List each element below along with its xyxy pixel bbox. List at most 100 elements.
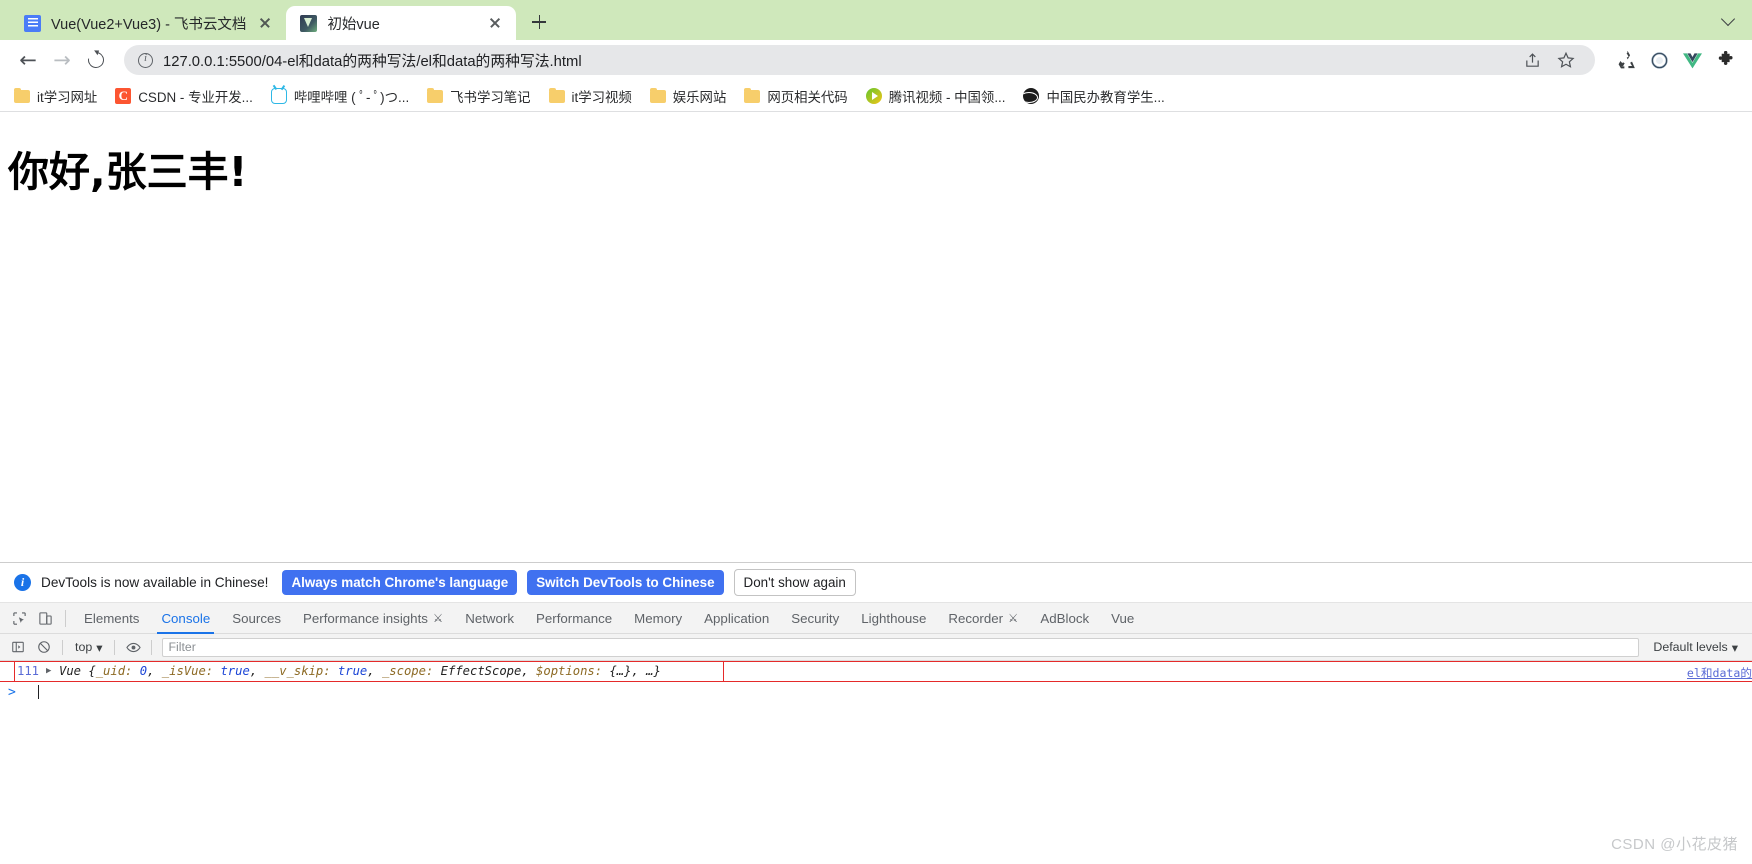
bookmark-item[interactable]: 飞书学习笔记 xyxy=(419,83,538,109)
log-token: _isVue: xyxy=(161,664,221,678)
log-token: , xyxy=(367,664,382,678)
tab-sources[interactable]: Sources xyxy=(221,603,292,634)
log-source-link[interactable]: el和data的 xyxy=(1687,665,1752,681)
close-icon[interactable] xyxy=(256,14,274,32)
forward-arrow-icon: → xyxy=(53,47,71,72)
back-button[interactable]: ← xyxy=(12,44,44,76)
devtools-tab-bar: Elements Console Sources Performance ins… xyxy=(0,603,1752,634)
browser-tab-1[interactable]: Vue(Vue2+Vue3) - 飞书云文档 xyxy=(10,6,286,40)
bookmark-label: CSDN - 专业开发... xyxy=(138,89,253,105)
csdn-icon: C xyxy=(115,87,132,104)
sidebar-icon[interactable] xyxy=(6,635,30,659)
folder-icon xyxy=(649,87,666,103)
close-icon[interactable] xyxy=(486,14,504,32)
console-filter-input[interactable] xyxy=(162,637,1640,657)
tab-network[interactable]: Network xyxy=(454,603,525,634)
tab-label: Console xyxy=(161,610,211,626)
bookmark-item[interactable]: 腾讯视频 - 中国领... xyxy=(858,83,1014,109)
switch-to-chinese-button[interactable]: Switch DevTools to Chinese xyxy=(527,570,724,595)
divider xyxy=(151,639,153,655)
tab-performance[interactable]: Performance xyxy=(525,603,623,634)
live-expression-icon[interactable] xyxy=(121,635,145,659)
reload-button[interactable] xyxy=(80,44,112,76)
tab-security[interactable]: Security xyxy=(780,603,850,634)
page-title: 你好,张三丰! xyxy=(8,148,248,196)
tab-label: Security xyxy=(791,610,840,626)
tab-memory[interactable]: Memory xyxy=(623,603,693,634)
dont-show-again-button[interactable]: Don't show again xyxy=(733,569,856,596)
text-cursor xyxy=(37,685,39,699)
context-label: top xyxy=(75,640,93,654)
tab-label: Application xyxy=(704,610,770,626)
device-toolbar-icon[interactable] xyxy=(32,605,58,631)
devtools-panel: i DevTools is now available in Chinese! … xyxy=(0,562,1752,864)
tencent-video-icon xyxy=(865,87,882,104)
devtools-language-notice: i DevTools is now available in Chinese! … xyxy=(0,563,1752,603)
always-match-language-button[interactable]: Always match Chrome's language xyxy=(282,570,518,595)
console-log-row[interactable]: 111 ▶ Vue {_uid: 0, _isVue: true, __v_sk… xyxy=(0,661,1752,682)
chevron-down-icon: ▾ xyxy=(96,640,103,655)
execution-context-select[interactable]: top ▾ xyxy=(69,640,108,655)
tab-lighthouse[interactable]: Lighthouse xyxy=(850,603,937,634)
flask-icon: ⚔ xyxy=(1008,613,1019,625)
tab-application[interactable]: Application xyxy=(693,603,780,634)
folder-icon xyxy=(548,87,565,103)
log-token: Vue xyxy=(59,664,89,678)
log-levels-select[interactable]: Default levels ▾ xyxy=(1645,640,1746,655)
bookmark-label: 飞书学习笔记 xyxy=(450,89,531,105)
bookmark-item[interactable]: 哔哩哔哩 ( ﾟ- ﾟ)つ... xyxy=(263,83,417,109)
bookmark-item[interactable]: 中国民办教育学生... xyxy=(1015,83,1172,109)
bookmark-item[interactable]: it学习网址 xyxy=(6,83,105,109)
divider xyxy=(114,639,116,655)
site-info-icon[interactable] xyxy=(138,52,153,68)
vue-icon xyxy=(300,14,318,32)
extensions-row xyxy=(1605,45,1740,75)
browser-tab-2[interactable]: 初始vue xyxy=(286,6,517,40)
share-icon[interactable] xyxy=(1517,45,1547,75)
browser-tab-title: 初始vue xyxy=(327,16,380,33)
bookmark-item[interactable]: 网页相关代码 xyxy=(736,83,855,109)
console-prompt[interactable]: > xyxy=(0,682,1752,702)
forward-button[interactable]: → xyxy=(46,44,78,76)
star-icon[interactable] xyxy=(1551,45,1581,75)
tab-console[interactable]: Console xyxy=(150,603,221,634)
log-token: EffectScope xyxy=(440,664,522,678)
bookmarks-bar: it学习网址 C CSDN - 专业开发... 哔哩哔哩 ( ﾟ- ﾟ)つ...… xyxy=(0,80,1752,112)
console-output: 111 ▶ Vue {_uid: 0, _isVue: true, __v_sk… xyxy=(0,661,1752,864)
bookmark-label: 哔哩哔哩 ( ﾟ- ﾟ)つ... xyxy=(293,89,410,105)
levels-label: Default levels xyxy=(1653,640,1728,654)
bookmark-label: 娱乐网站 xyxy=(672,89,727,105)
address-bar[interactable]: 127.0.0.1:5500/04-el和data的两种写法/el和data的两… xyxy=(124,45,1595,75)
tab-vue[interactable]: Vue xyxy=(1100,603,1145,634)
clear-console-icon[interactable] xyxy=(32,635,56,659)
log-token: , xyxy=(249,664,265,678)
bookmark-item[interactable]: C CSDN - 专业开发... xyxy=(107,83,261,109)
new-tab-button[interactable] xyxy=(524,7,554,37)
chevron-down-icon[interactable] xyxy=(1720,9,1738,27)
bookmark-label: 中国民办教育学生... xyxy=(1046,89,1165,105)
log-token: { xyxy=(88,664,96,678)
vue-logo-icon[interactable] xyxy=(1677,45,1707,75)
o-circle-icon[interactable] xyxy=(1644,45,1674,75)
browser-tab-title: Vue(Vue2+Vue3) - 飞书云文档 xyxy=(51,16,247,33)
tab-label: Network xyxy=(465,610,515,626)
tab-performance-insights[interactable]: Performance insights ⚔ xyxy=(292,603,454,634)
recycle-icon[interactable] xyxy=(1611,45,1641,75)
console-filter-bar: top ▾ Default levels ▾ xyxy=(0,634,1752,661)
tab-adblock[interactable]: AdBlock xyxy=(1029,603,1100,634)
inspect-element-icon[interactable] xyxy=(6,605,32,631)
bookmark-label: 网页相关代码 xyxy=(767,89,848,105)
tab-label: Performance xyxy=(536,610,613,626)
tab-label: Memory xyxy=(634,610,683,626)
expand-triangle-icon[interactable]: ▶ xyxy=(46,664,59,676)
tab-elements[interactable]: Elements xyxy=(73,603,150,634)
tab-recorder[interactable]: Recorder ⚔ xyxy=(937,603,1029,634)
prompt-caret-icon: > xyxy=(8,684,16,700)
bookmark-item[interactable]: 娱乐网站 xyxy=(642,83,735,109)
log-token: _scope: xyxy=(381,664,441,678)
back-arrow-icon: ← xyxy=(19,47,37,72)
puzzle-icon[interactable] xyxy=(1710,45,1740,75)
bookmark-item[interactable]: it学习视频 xyxy=(541,83,640,109)
page-viewport: 你好,张三丰! i DevTools is now available in C… xyxy=(0,112,1752,864)
bookmark-label: it学习视频 xyxy=(571,89,632,105)
